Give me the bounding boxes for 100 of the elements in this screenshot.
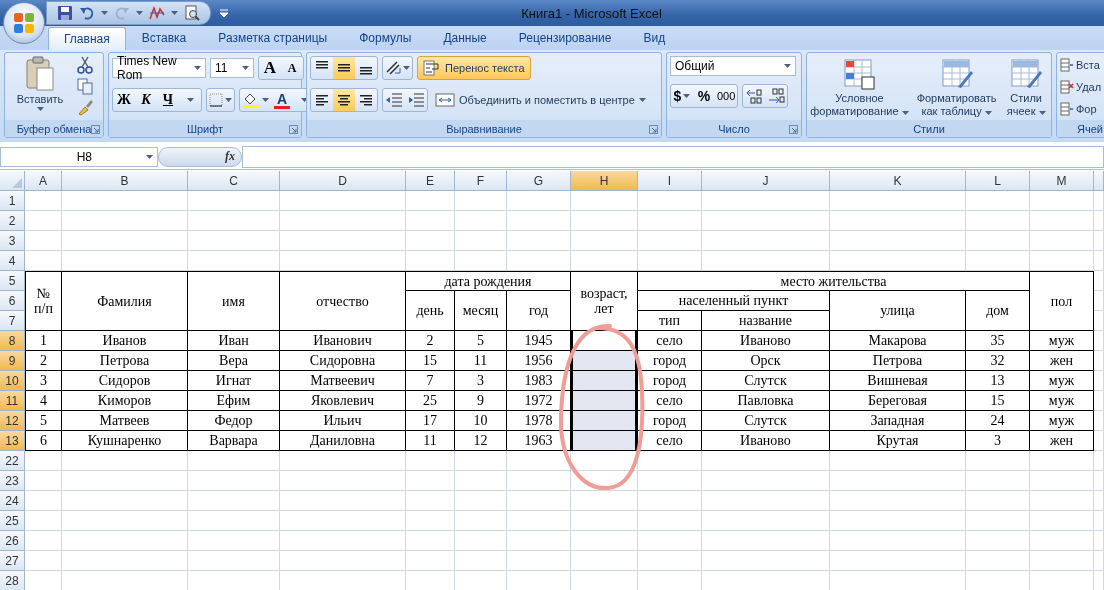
currency-button[interactable]: $ <box>671 85 693 107</box>
shrink-font-button[interactable]: A <box>281 57 303 79</box>
column-header[interactable]: A <box>25 171 62 191</box>
empty-cell[interactable] <box>1030 231 1094 251</box>
dropdown-caret-icon[interactable] <box>242 66 249 70</box>
empty-cell[interactable] <box>406 551 455 571</box>
row-header[interactable]: 3 <box>0 231 25 251</box>
empty-cell[interactable] <box>830 531 966 551</box>
empty-cell[interactable] <box>62 531 188 551</box>
text-orientation-icon[interactable] <box>385 60 401 76</box>
row-header[interactable]: 1 <box>0 191 25 211</box>
dropdown-caret-icon[interactable] <box>101 11 108 15</box>
empty-cell[interactable] <box>966 471 1030 491</box>
selected-cell[interactable] <box>571 351 638 371</box>
row-header[interactable]: 24 <box>0 491 25 511</box>
column-header[interactable]: M <box>1030 171 1094 191</box>
empty-cell[interactable] <box>966 531 1030 551</box>
empty-cell[interactable] <box>62 551 188 571</box>
empty-cell[interactable] <box>966 511 1030 531</box>
empty-cell[interactable] <box>1094 471 1104 491</box>
ribbon-tab[interactable]: Рецензирование <box>502 26 628 50</box>
empty-cell[interactable] <box>455 551 507 571</box>
row-header[interactable]: 22 <box>0 451 25 471</box>
column-header[interactable]: D <box>280 171 406 191</box>
empty-cell[interactable] <box>638 491 702 511</box>
empty-cell[interactable] <box>62 191 188 211</box>
empty-cell[interactable] <box>638 511 702 531</box>
empty-cell[interactable] <box>638 471 702 491</box>
empty-cell[interactable] <box>966 491 1030 511</box>
row-header[interactable]: 9 <box>0 351 25 371</box>
empty-cell[interactable] <box>702 491 830 511</box>
empty-cell[interactable] <box>188 551 280 571</box>
dropdown-caret-icon[interactable] <box>984 111 992 115</box>
column-header[interactable]: J <box>702 171 830 191</box>
empty-cell[interactable] <box>1094 551 1104 571</box>
empty-cell[interactable] <box>1030 511 1094 531</box>
dialog-launcher-icon[interactable] <box>289 125 298 134</box>
empty-cell[interactable] <box>406 191 455 211</box>
selected-cell[interactable] <box>571 371 638 391</box>
empty-cell[interactable] <box>571 211 638 231</box>
dropdown-caret-icon[interactable] <box>300 98 308 102</box>
column-header[interactable] <box>1094 171 1104 191</box>
styles-button[interactable]: Форматировать как таблицу <box>912 57 1001 120</box>
insert-function-button[interactable]: fx <box>158 146 242 167</box>
empty-cell[interactable] <box>280 231 406 251</box>
percent-button[interactable]: % <box>693 85 715 107</box>
dialog-launcher-icon[interactable] <box>91 125 100 134</box>
empty-cell[interactable] <box>830 511 966 531</box>
empty-cell[interactable] <box>406 211 455 231</box>
cells-button[interactable]: Фор <box>1060 99 1104 119</box>
row-header[interactable]: 23 <box>0 471 25 491</box>
empty-cell[interactable] <box>702 231 830 251</box>
empty-cell[interactable] <box>571 491 638 511</box>
font-name-field[interactable]: Times New Rom <box>112 58 206 78</box>
selected-cell[interactable] <box>571 411 638 431</box>
row-header[interactable]: 11 <box>0 391 25 411</box>
ribbon-tab[interactable]: Данные <box>427 26 503 50</box>
font-size-field[interactable]: 11 <box>210 58 254 78</box>
empty-cell[interactable] <box>966 551 1030 571</box>
empty-cell[interactable] <box>1030 191 1094 211</box>
empty-cell[interactable] <box>455 531 507 551</box>
empty-cell[interactable] <box>62 471 188 491</box>
empty-cell[interactable] <box>638 531 702 551</box>
scissors-icon[interactable] <box>76 56 94 74</box>
empty-cell[interactable] <box>455 211 507 231</box>
dropdown-caret-icon[interactable] <box>171 11 178 15</box>
underline-button[interactable]: Ч <box>157 89 179 111</box>
increase-decimal-icon[interactable] <box>745 88 764 104</box>
row-header[interactable]: 8 <box>0 331 25 351</box>
dropdown-caret-icon[interactable] <box>36 107 44 111</box>
empty-cell[interactable] <box>455 191 507 211</box>
row-header[interactable]: 27 <box>0 551 25 571</box>
empty-cell[interactable] <box>1030 531 1094 551</box>
chart-line-icon[interactable] <box>149 5 165 21</box>
empty-cell[interactable] <box>507 491 571 511</box>
empty-cell[interactable] <box>702 471 830 491</box>
row-header[interactable]: 28 <box>0 571 25 590</box>
row-header[interactable]: 6 <box>0 291 25 311</box>
empty-cell[interactable] <box>830 231 966 251</box>
empty-cell[interactable] <box>62 211 188 231</box>
formula-input[interactable] <box>242 145 1104 168</box>
row-header[interactable]: 12 <box>0 411 25 431</box>
cells-button[interactable]: Удал <box>1060 77 1104 97</box>
row-header[interactable]: 4 <box>0 251 25 271</box>
row-header[interactable]: 7 <box>0 311 25 331</box>
dropdown-caret-icon[interactable] <box>146 154 153 159</box>
empty-cell[interactable] <box>406 471 455 491</box>
empty-cell[interactable] <box>507 231 571 251</box>
row-header[interactable]: 2 <box>0 211 25 231</box>
column-header[interactable]: F <box>455 171 507 191</box>
empty-cell[interactable] <box>830 551 966 571</box>
number-format-field[interactable]: Общий <box>670 56 796 76</box>
row-header[interactable]: 26 <box>0 531 25 551</box>
empty-cell[interactable] <box>455 231 507 251</box>
row-header[interactable]: 25 <box>0 511 25 531</box>
customize-toolbar-icon[interactable] <box>219 8 229 18</box>
grow-font-button[interactable]: A <box>259 57 281 79</box>
merge-center-button[interactable]: Объединить и поместить в центре <box>432 89 649 111</box>
wrap-text-button[interactable]: Перенос текста <box>417 56 531 80</box>
empty-cell[interactable] <box>571 551 638 571</box>
